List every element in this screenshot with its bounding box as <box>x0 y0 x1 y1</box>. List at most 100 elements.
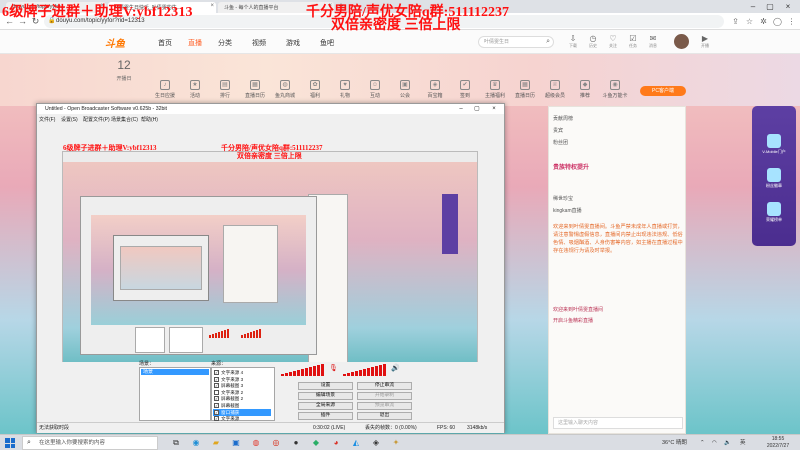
category-item[interactable]: ▣ 公会 <box>390 80 420 99</box>
obs-button[interactable]: 插件 <box>298 412 353 420</box>
obs-button[interactable]: 开始录制 <box>357 392 412 400</box>
category-item[interactable]: ♛ 主播福利 <box>480 80 510 99</box>
privilege-banner[interactable]: 贵族特权提升 <box>553 162 683 176</box>
profile-icon[interactable]: ◯ <box>772 16 783 27</box>
rank-tab-vip[interactable]: 贵宾 <box>553 127 563 134</box>
nav-category[interactable]: 分类 <box>218 38 232 48</box>
task-view-icon[interactable]: ⧉ <box>170 437 182 449</box>
desktop-volume-meter[interactable] <box>343 364 386 376</box>
chat-user[interactable]: 稀世珍宝 <box>553 195 573 202</box>
store-icon[interactable]: ▣ <box>230 437 242 449</box>
history-icon[interactable]: ◷ 历史 <box>584 34 602 52</box>
obs-icon[interactable]: ● <box>290 437 302 449</box>
side-item[interactable]: 粉丝徽章 <box>758 168 790 189</box>
source-checkbox[interactable]: ✓ <box>214 396 219 402</box>
league-icon[interactable]: ✦ <box>390 437 402 449</box>
chrome-icon[interactable]: ◕ <box>330 437 342 449</box>
category-item[interactable]: ◆ 推荐 <box>570 80 600 99</box>
qq-icon[interactable]: ◭ <box>350 437 362 449</box>
close-icon[interactable]: × <box>210 3 214 9</box>
netease-icon[interactable]: ◎ <box>270 437 282 449</box>
side-event-banner[interactable]: V-Mobile门户 粉丝徽章 荣耀榜单 <box>752 106 796 246</box>
menu-icon[interactable]: ⋮ <box>786 16 797 27</box>
nav-yuba[interactable]: 鱼吧 <box>320 38 334 48</box>
obs-button[interactable]: 退出 <box>357 412 412 420</box>
obs-button[interactable]: 设置 <box>298 382 353 390</box>
category-item[interactable]: ♥ 礼物 <box>330 80 360 99</box>
mic-volume-meter[interactable] <box>281 364 324 376</box>
menu-settings[interactable]: 设置(S) <box>61 116 78 123</box>
share-icon[interactable]: ⇪ <box>730 16 741 27</box>
category-item[interactable]: ★ 活动 <box>180 80 210 99</box>
bookmark-star-icon[interactable]: ☆ <box>744 16 755 27</box>
source-checkbox[interactable] <box>214 389 219 395</box>
maximize-icon[interactable]: ▢ <box>471 104 483 114</box>
category-item[interactable]: ▤ 排行 <box>210 80 240 99</box>
douyu-logo[interactable]: 斗鱼 <box>105 35 139 50</box>
mic-icon[interactable]: 🎙 <box>329 364 338 372</box>
category-item[interactable]: ◍ 鱼丸商城 <box>270 80 300 99</box>
taskbar-search-input[interactable]: ⌕ 在这里输入你要搜索的内容 <box>22 436 158 450</box>
extensions-icon[interactable]: ✲ <box>758 16 769 27</box>
avatar[interactable] <box>674 34 689 49</box>
minimize-icon[interactable]: – <box>745 0 761 13</box>
category-item[interactable]: ◉ 斗鱼万能卡 <box>600 80 630 99</box>
rank-tab-weekly[interactable]: 贡献周榜 <box>553 115 573 122</box>
weather-widget[interactable]: 36°C 晴朗 <box>662 435 687 450</box>
wechat-icon[interactable]: ◆ <box>310 437 322 449</box>
category-item[interactable]: ✿ 福利 <box>300 80 330 99</box>
ime-indicator[interactable]: 英 <box>740 435 746 450</box>
chat-user[interactable]: kingkam直播 <box>553 207 582 214</box>
chat-input[interactable]: 这里输入聊天内容 <box>553 417 683 429</box>
file-explorer-icon[interactable]: ▰ <box>210 437 222 449</box>
obs-button[interactable]: 预览串流 <box>357 402 412 410</box>
category-item[interactable]: ▦ 直播日历 <box>240 80 270 99</box>
close-window-icon[interactable]: × <box>780 0 796 13</box>
task-icon[interactable]: ☑ 任务 <box>624 34 642 52</box>
category-item[interactable]: ☺ 互动 <box>360 80 390 99</box>
sources-list[interactable]: ✓ 文字来源 4 ✓ 文字来源 3 ✓ 屏幕截图 3 文字来源 2 ✓ 屏幕截图 2 ✓ 屏幕截图 ✓… <box>211 367 275 422</box>
obs-button[interactable]: 停止串流 <box>357 382 412 390</box>
menu-help[interactable]: 帮助(H) <box>141 116 158 123</box>
source-checkbox[interactable]: ✓ <box>214 376 219 382</box>
menu-file[interactable]: 文件(F) <box>39 116 55 123</box>
source-checkbox[interactable]: ✓ <box>214 416 219 422</box>
nav-live[interactable]: 直播 <box>188 38 202 48</box>
category-item[interactable]: ♪ 生日应援 <box>150 80 180 99</box>
source-checkbox[interactable]: ✓ <box>214 383 219 389</box>
volume-icon[interactable]: 🔈 <box>724 435 731 450</box>
edge-icon[interactable]: ◉ <box>190 437 202 449</box>
scene-item[interactable]: 场景 <box>141 369 209 375</box>
minimize-icon[interactable]: – <box>455 104 467 114</box>
category-item[interactable]: ▦ 直播日历 <box>510 80 540 99</box>
game-icon[interactable]: ◈ <box>370 437 382 449</box>
message-icon[interactable]: ✉ 消息 <box>644 34 662 52</box>
side-item[interactable]: V-Mobile门户 <box>758 134 790 155</box>
weibo-icon[interactable]: ◍ <box>250 437 262 449</box>
nav-video[interactable]: 视频 <box>252 38 266 48</box>
speaker-icon[interactable]: 🔊 <box>391 364 400 372</box>
category-item[interactable]: ♕ 超级会员 <box>540 80 570 99</box>
category-item[interactable]: ✔ 签到 <box>450 80 480 99</box>
menu-profile[interactable]: 配置文件(P) <box>83 116 110 123</box>
pc-client-button[interactable]: PC客户端 <box>640 86 686 96</box>
category-item[interactable]: ◈ 百宝箱 <box>420 80 450 99</box>
source-checkbox[interactable]: ✓ <box>214 409 219 415</box>
scenes-list[interactable]: 场景 <box>139 367 211 421</box>
follow-icon[interactable]: ♡ 关注 <box>604 34 622 52</box>
source-checkbox[interactable]: ✓ <box>214 403 219 408</box>
live-icon[interactable]: ▶ 开播 <box>696 34 714 52</box>
side-item[interactable]: 荣耀榜单 <box>758 202 790 223</box>
tray-up-icon[interactable]: ⌃ <box>700 435 705 450</box>
search-icon[interactable]: ⌕ <box>546 37 550 47</box>
rank-tab-fans[interactable]: 粉丝团 <box>553 139 568 146</box>
obs-button[interactable]: 全局来源 <box>298 402 353 410</box>
download-icon[interactable]: ⇩ 下载 <box>564 34 582 52</box>
obs-button[interactable]: 编辑场景 <box>298 392 353 400</box>
nav-home[interactable]: 首页 <box>158 38 172 48</box>
nav-game[interactable]: 游戏 <box>286 38 300 48</box>
windows-start-icon[interactable] <box>5 438 15 448</box>
source-checkbox[interactable]: ✓ <box>214 370 219 375</box>
close-icon[interactable]: × <box>488 104 500 114</box>
network-icon[interactable]: ◠ <box>712 435 717 450</box>
